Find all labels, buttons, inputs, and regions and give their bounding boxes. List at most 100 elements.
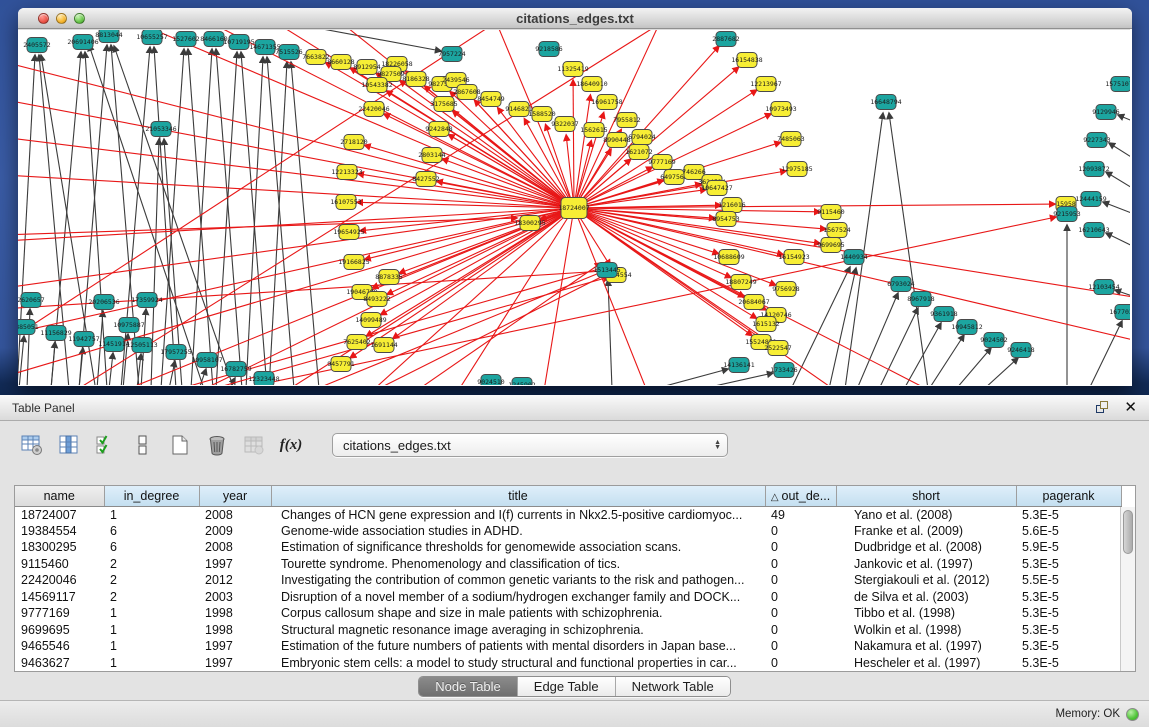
- table-cell[interactable]: 5.3E-5: [1016, 556, 1121, 573]
- table-cell[interactable]: 1997: [199, 556, 271, 573]
- table-cell[interactable]: 9115460: [15, 556, 104, 573]
- table-cell[interactable]: 2003: [199, 589, 271, 606]
- select-columns-icon[interactable]: [94, 433, 118, 457]
- table-row[interactable]: 1872400712008Changes of HCN gene express…: [15, 506, 1121, 523]
- table-cell[interactable]: Corpus callosum shape and size in male p…: [271, 605, 765, 622]
- table-cell[interactable]: 0: [765, 655, 836, 672]
- graph-node[interactable]: 1513445: [593, 263, 620, 278]
- table-row[interactable]: 2242004622012Investigating the contribut…: [15, 572, 1121, 589]
- table-cell[interactable]: 1: [104, 655, 199, 672]
- graph-node[interactable]: 1527602: [172, 32, 199, 47]
- column-header-short[interactable]: short: [836, 486, 1016, 506]
- table-cell[interactable]: Embryonic stem cells: a model to study s…: [271, 655, 765, 672]
- graph-node[interactable]: 9024502: [980, 333, 1007, 348]
- graph-node[interactable]: 8493222: [363, 292, 390, 307]
- function-builder-icon[interactable]: f(x): [279, 433, 303, 457]
- table-cell[interactable]: 5.3E-5: [1016, 589, 1121, 606]
- table-row[interactable]: 946554611997Estimation of the future num…: [15, 638, 1121, 655]
- scrollbar-thumb[interactable]: [1123, 510, 1133, 554]
- table-cell[interactable]: 14569117: [15, 589, 104, 606]
- graph-node[interactable]: 7485063: [777, 132, 804, 147]
- table-cell[interactable]: 0: [765, 523, 836, 540]
- row-height-icon[interactable]: [131, 433, 155, 457]
- table-cell[interactable]: Investigating the contribution of common…: [271, 572, 765, 589]
- table-cell[interactable]: Changes of HCN gene expression and I(f) …: [271, 506, 765, 523]
- table-row[interactable]: 911546021997Tourette syndrome. Phenomeno…: [15, 556, 1121, 573]
- table-cell[interactable]: 18300295: [15, 539, 104, 556]
- graph-node[interactable]: 10655257: [136, 30, 167, 45]
- table-cell[interactable]: 1: [104, 622, 199, 639]
- graph-node[interactable]: 8878335: [375, 270, 402, 285]
- table-mode-icon[interactable]: [20, 433, 44, 457]
- graph-node[interactable]: 17957255: [160, 345, 191, 360]
- graph-node[interactable]: 9322037: [551, 117, 578, 132]
- table-cell[interactable]: 0: [765, 622, 836, 639]
- table-cell[interactable]: 0: [765, 638, 836, 655]
- table-cell[interactable]: 5.6E-5: [1016, 523, 1121, 540]
- table-cell[interactable]: Yano et al. (2008): [836, 506, 1016, 523]
- graph-node[interactable]: 10975887: [113, 318, 144, 333]
- column-header-year[interactable]: year: [199, 486, 271, 506]
- tab-node-table[interactable]: Node Table: [419, 677, 518, 696]
- table-cell[interactable]: 2012: [199, 572, 271, 589]
- graph-node[interactable]: 16107553: [330, 195, 361, 210]
- column-header-title[interactable]: title: [271, 486, 765, 506]
- graph-node[interactable]: 12213967: [750, 77, 781, 92]
- graph-node[interactable]: 9024510: [477, 375, 504, 386]
- table-cell[interactable]: Tourette syndrome. Phenomenology and cla…: [271, 556, 765, 573]
- table-cell[interactable]: 5.3E-5: [1016, 506, 1121, 523]
- graph-node[interactable]: 9115460: [817, 205, 844, 220]
- graph-node[interactable]: 9777169: [648, 155, 675, 170]
- table-cell[interactable]: 2: [104, 572, 199, 589]
- table-cell[interactable]: 19384554: [15, 523, 104, 540]
- table-cell[interactable]: Disruption of a novel member of a sodium…: [271, 589, 765, 606]
- graph-node[interactable]: 8427552: [412, 172, 439, 187]
- table-cell[interactable]: 6: [104, 539, 199, 556]
- graph-node[interactable]: 8967918: [907, 292, 934, 307]
- graph-node[interactable]: 9361918: [930, 307, 957, 322]
- graph-node[interactable]: 9215953: [1053, 207, 1080, 222]
- minimize-window-icon[interactable]: [56, 13, 67, 24]
- table-cell[interactable]: 6: [104, 523, 199, 540]
- table-row[interactable]: 977716911998Corpus callosum shape and si…: [15, 605, 1121, 622]
- table-cell[interactable]: de Silva et al. (2003): [836, 589, 1016, 606]
- table-cell[interactable]: 0: [765, 556, 836, 573]
- graph-node[interactable]: 6794024: [628, 130, 655, 145]
- graph-node[interactable]: 10945812: [951, 320, 982, 335]
- graph-node[interactable]: 19654925: [333, 225, 364, 240]
- table-cell[interactable]: 9777169: [15, 605, 104, 622]
- network-window-titlebar[interactable]: citations_edges.txt: [18, 8, 1132, 29]
- graph-node[interactable]: 11325419: [557, 62, 588, 77]
- float-panel-icon[interactable]: [1096, 401, 1110, 415]
- table-cell[interactable]: 9463627: [15, 655, 104, 672]
- graph-node[interactable]: 7957224: [438, 47, 465, 62]
- table-row[interactable]: 1830029562008Estimation of significance …: [15, 539, 1121, 556]
- table-cell[interactable]: 2: [104, 556, 199, 573]
- table-cell[interactable]: 2: [104, 589, 199, 606]
- graph-node[interactable]: 9699695: [817, 238, 844, 253]
- graph-node[interactable]: 2405572: [23, 38, 50, 53]
- graph-node[interactable]: 12444159: [1075, 192, 1106, 207]
- table-panel-titlebar[interactable]: Table Panel ✕: [0, 395, 1149, 421]
- graph-node[interactable]: 1691144: [370, 338, 397, 353]
- table-cell[interactable]: Estimation of significance thresholds fo…: [271, 539, 765, 556]
- column-header-name[interactable]: name: [15, 486, 104, 506]
- graph-node[interactable]: 9129946: [1092, 105, 1119, 120]
- graph-node[interactable]: 1733426: [770, 363, 797, 378]
- table-cell[interactable]: Tibbo et al. (1998): [836, 605, 1016, 622]
- memory-ok-indicator-icon[interactable]: [1126, 708, 1139, 721]
- table-cell[interactable]: 1: [104, 638, 199, 655]
- table-cell[interactable]: 2009: [199, 523, 271, 540]
- table-cell[interactable]: 1: [104, 605, 199, 622]
- graph-node[interactable]: 16770321: [1109, 305, 1130, 320]
- close-window-icon[interactable]: [38, 13, 49, 24]
- graph-node[interactable]: 14099489: [355, 313, 386, 328]
- graph-node[interactable]: 3175685: [430, 97, 457, 112]
- table-cell[interactable]: 0: [765, 589, 836, 606]
- graph-node[interactable]: 16961758: [591, 95, 622, 110]
- graph-node[interactable]: 2522547: [764, 341, 791, 356]
- graph-node[interactable]: 2803144: [418, 148, 445, 163]
- table-cell[interactable]: 1998: [199, 605, 271, 622]
- graph-node[interactable]: 8954753: [712, 212, 739, 227]
- table-cell[interactable]: 5.3E-5: [1016, 655, 1121, 672]
